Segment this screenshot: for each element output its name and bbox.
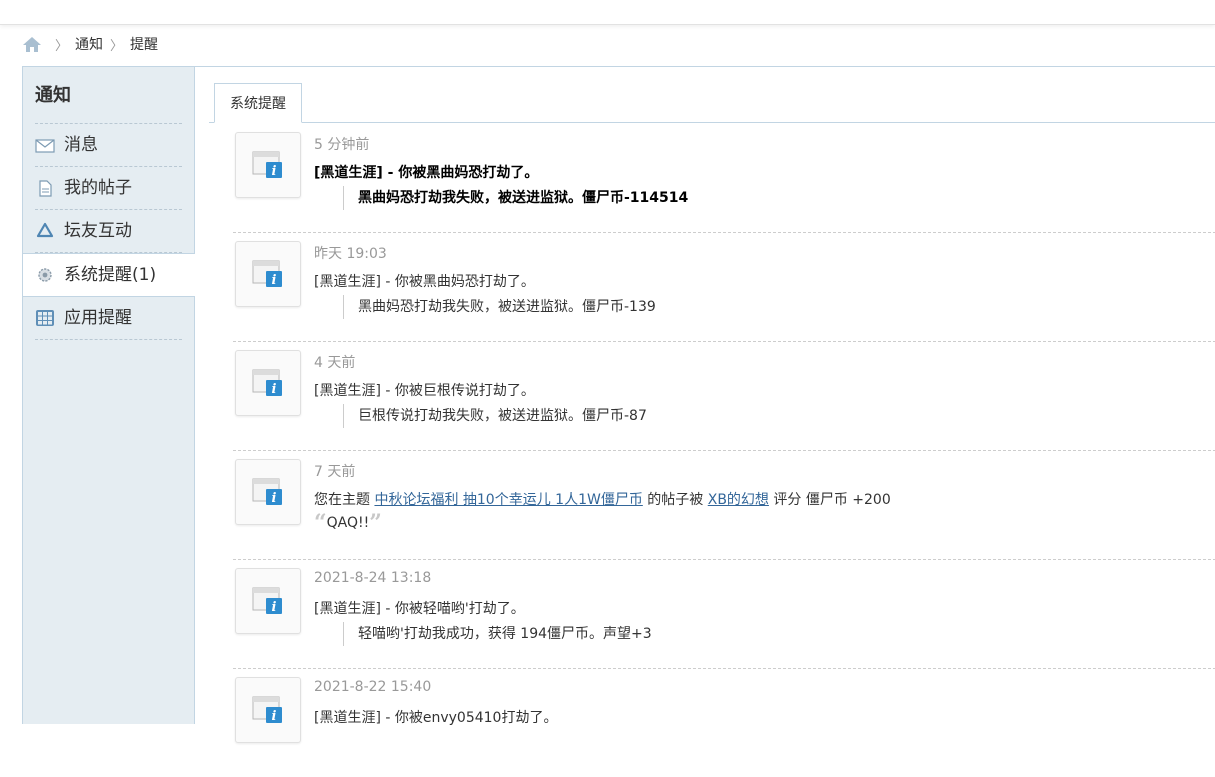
notice-time: 昨天 19:03: [314, 246, 387, 262]
info-window-icon: i: [252, 369, 282, 397]
breadcrumb-separator: 〉: [110, 38, 124, 54]
notice-text: [黑道生涯] - 你被黑曲妈恐打劫了。: [314, 165, 539, 181]
notice-text: 您在主题 中秋论坛福利 抽10个幸运儿 1人1W僵尸币 的帖子被 XB的幻想 评…: [314, 489, 891, 509]
system-notice-avatar: i: [235, 568, 301, 634]
sidebar-item-label: 我的帖子: [64, 178, 132, 198]
recycle-icon: [36, 222, 54, 238]
system-notice-avatar: i: [235, 350, 301, 416]
tab-bar: 系统提醒: [209, 83, 1215, 123]
notice-time: 7 天前: [314, 464, 356, 480]
list-item: i 2021-8-24 13:18 [黑道生涯] - 你被轻喵哟'打劫了。 轻喵…: [233, 560, 1215, 669]
info-window-icon: i: [252, 587, 282, 615]
list-item: i 2021-8-22 15:40 [黑道生涯] - 你被envy05410打劫…: [233, 669, 1215, 777]
user-link[interactable]: XB的幻想: [708, 492, 769, 508]
info-window-icon: i: [252, 151, 282, 179]
svg-text:i: i: [272, 600, 277, 615]
main-content: 系统提醒 i 5 分钟前 [黑道生涯] - 你被黑曲妈恐打劫了。 黑曲妈恐打劫我…: [195, 67, 1215, 743]
list-item: i 7 天前 您在主题 中秋论坛福利 抽10个幸运儿 1人1W僵尸币 的帖子被 …: [233, 451, 1215, 560]
content-wrapper: 通知 消息 我的帖子 坛友互动 系统提醒(1) 应用提醒 系统提醒 i 5 分钟…: [22, 66, 1215, 743]
notice-time: 5 分钟前: [314, 137, 370, 153]
breadcrumb-remind-link[interactable]: 提醒: [130, 34, 158, 54]
notice-prefix: 您在主题: [314, 492, 370, 508]
sidebar-title: 通知: [35, 67, 182, 124]
notice-text: [黑道生涯] - 你被黑曲妈恐打劫了。: [314, 274, 535, 290]
sidebar-item-label: 系统提醒(1): [64, 265, 157, 285]
grid-icon: [36, 310, 54, 326]
system-notice-avatar: i: [235, 132, 301, 198]
close-quote-icon: ”: [369, 510, 382, 536]
notice-text: [黑道生涯] - 你被envy05410打劫了。: [314, 710, 558, 726]
system-notice-avatar: i: [235, 459, 301, 525]
open-quote-icon: “: [314, 510, 327, 536]
sidebar-item-label: 应用提醒: [64, 308, 132, 328]
svg-text:i: i: [272, 382, 277, 397]
notice-quote: 巨根传说打劫我失败，被送进监狱。僵尸币-87: [343, 404, 647, 428]
info-window-icon: i: [252, 478, 282, 506]
notice-quote: 黑曲妈恐打劫我失败，被送进监狱。僵尸币-139: [343, 295, 656, 319]
top-bar: [0, 0, 1215, 25]
svg-text:i: i: [272, 273, 277, 288]
breadcrumb-notify-link[interactable]: 通知: [75, 34, 103, 54]
notice-time: 4 天前: [314, 355, 356, 371]
svg-text:i: i: [272, 491, 277, 506]
home-icon[interactable]: [22, 35, 42, 53]
rate-quote-text: QAQ!!: [326, 515, 370, 531]
notice-quote: 黑曲妈恐打劫我失败，被送进监狱。僵尸币-114514: [343, 186, 688, 210]
system-notice-avatar: i: [235, 241, 301, 307]
gear-icon: [38, 268, 52, 282]
notice-quote: 轻喵哟'打劫我成功，获得 194僵尸币。声望+3: [343, 622, 652, 646]
system-notice-avatar: i: [235, 677, 301, 743]
notice-text: [黑道生涯] - 你被轻喵哟'打劫了。: [314, 601, 525, 617]
svg-text:i: i: [272, 164, 277, 179]
thread-link[interactable]: 中秋论坛福利 抽10个幸运儿 1人1W僵尸币: [374, 492, 642, 508]
notice-list: i 5 分钟前 [黑道生涯] - 你被黑曲妈恐打劫了。 黑曲妈恐打劫我失败，被送…: [233, 124, 1215, 777]
notice-text: [黑道生涯] - 你被巨根传说打劫了。: [314, 383, 535, 399]
sidebar-item-label: 坛友互动: [64, 221, 132, 241]
breadcrumb: 〉 通知 〉 提醒: [22, 33, 158, 55]
sidebar-item-messages[interactable]: 消息: [35, 124, 182, 167]
list-item: i 5 分钟前 [黑道生涯] - 你被黑曲妈恐打劫了。 黑曲妈恐打劫我失败，被送…: [233, 124, 1215, 233]
rate-quote: “ QAQ!! ”: [314, 510, 382, 536]
list-item: i 昨天 19:03 [黑道生涯] - 你被黑曲妈恐打劫了。 黑曲妈恐打劫我失败…: [233, 233, 1215, 342]
notice-middle: 的帖子被: [647, 492, 704, 508]
sidebar-item-system-notice[interactable]: 系统提醒(1): [23, 253, 195, 297]
sidebar-item-my-posts[interactable]: 我的帖子: [35, 167, 182, 210]
svg-text:i: i: [272, 709, 277, 724]
mail-icon: [35, 139, 55, 153]
sidebar-item-interactions[interactable]: 坛友互动: [35, 210, 182, 253]
notice-time: 2021-8-22 15:40: [314, 679, 432, 695]
breadcrumb-separator: 〉: [55, 38, 69, 54]
sidebar-item-label: 消息: [64, 135, 98, 155]
notice-suffix: 评分 僵尸币 +200: [773, 492, 891, 508]
list-item: i 4 天前 [黑道生涯] - 你被巨根传说打劫了。 巨根传说打劫我失败，被送进…: [233, 342, 1215, 451]
tab-system-notice[interactable]: 系统提醒: [214, 83, 302, 123]
info-window-icon: i: [252, 696, 282, 724]
notice-time: 2021-8-24 13:18: [314, 570, 432, 586]
document-icon: [39, 180, 52, 197]
info-window-icon: i: [252, 260, 282, 288]
sidebar: 通知 消息 我的帖子 坛友互动 系统提醒(1) 应用提醒: [23, 67, 195, 724]
sidebar-item-app-notice[interactable]: 应用提醒: [35, 297, 182, 340]
